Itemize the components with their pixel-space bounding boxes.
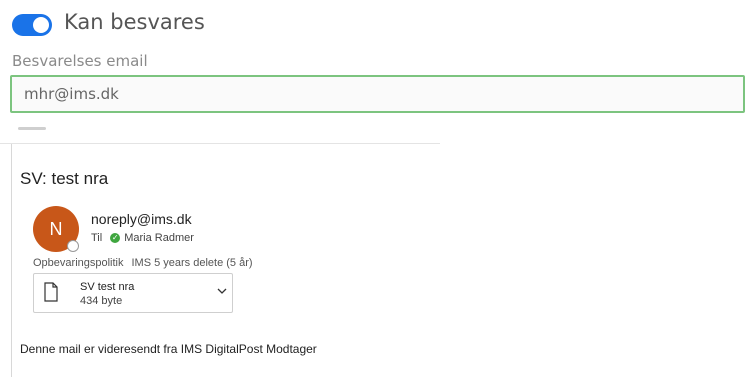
collapse-handle[interactable] <box>18 127 46 130</box>
mail-preview: SV: test nra N noreply@ims.dk Til ✓ Maria … <box>0 143 440 377</box>
toggle-knob <box>33 17 49 33</box>
presence-icon <box>67 240 79 252</box>
left-edge-strip <box>0 144 12 377</box>
avatar-initial: N <box>49 219 63 239</box>
policy-label: Opbevaringspolitik <box>33 257 124 269</box>
mail-body: Denne mail er videresendt fra IMS Digita… <box>20 342 317 356</box>
file-icon <box>44 282 58 302</box>
chevron-down-icon[interactable] <box>216 286 228 296</box>
attachment-name: SV test nra <box>80 281 135 293</box>
check-icon: ✓ <box>110 233 121 244</box>
attachment-size: 434 byte <box>80 295 123 307</box>
toggle-label: Kan besvares <box>64 10 205 34</box>
sender-address[interactable]: noreply@ims.dk <box>91 211 192 227</box>
reply-email-input[interactable] <box>10 75 745 113</box>
policy-value: IMS 5 years delete (5 år) <box>131 257 253 269</box>
mail-subject: SV: test nra <box>20 169 109 188</box>
recipient-row: Til ✓ Maria Radmer <box>91 232 194 244</box>
can-reply-toggle[interactable] <box>12 14 52 36</box>
recipient-name[interactable]: Maria Radmer <box>124 232 194 244</box>
reply-email-label: Besvarelses email <box>12 52 148 70</box>
attachment-card[interactable]: SV test nra 434 byte <box>33 273 233 313</box>
to-label: Til <box>91 232 103 244</box>
retention-policy: Opbevaringspolitik IMS 5 years delete (5 … <box>33 257 253 269</box>
